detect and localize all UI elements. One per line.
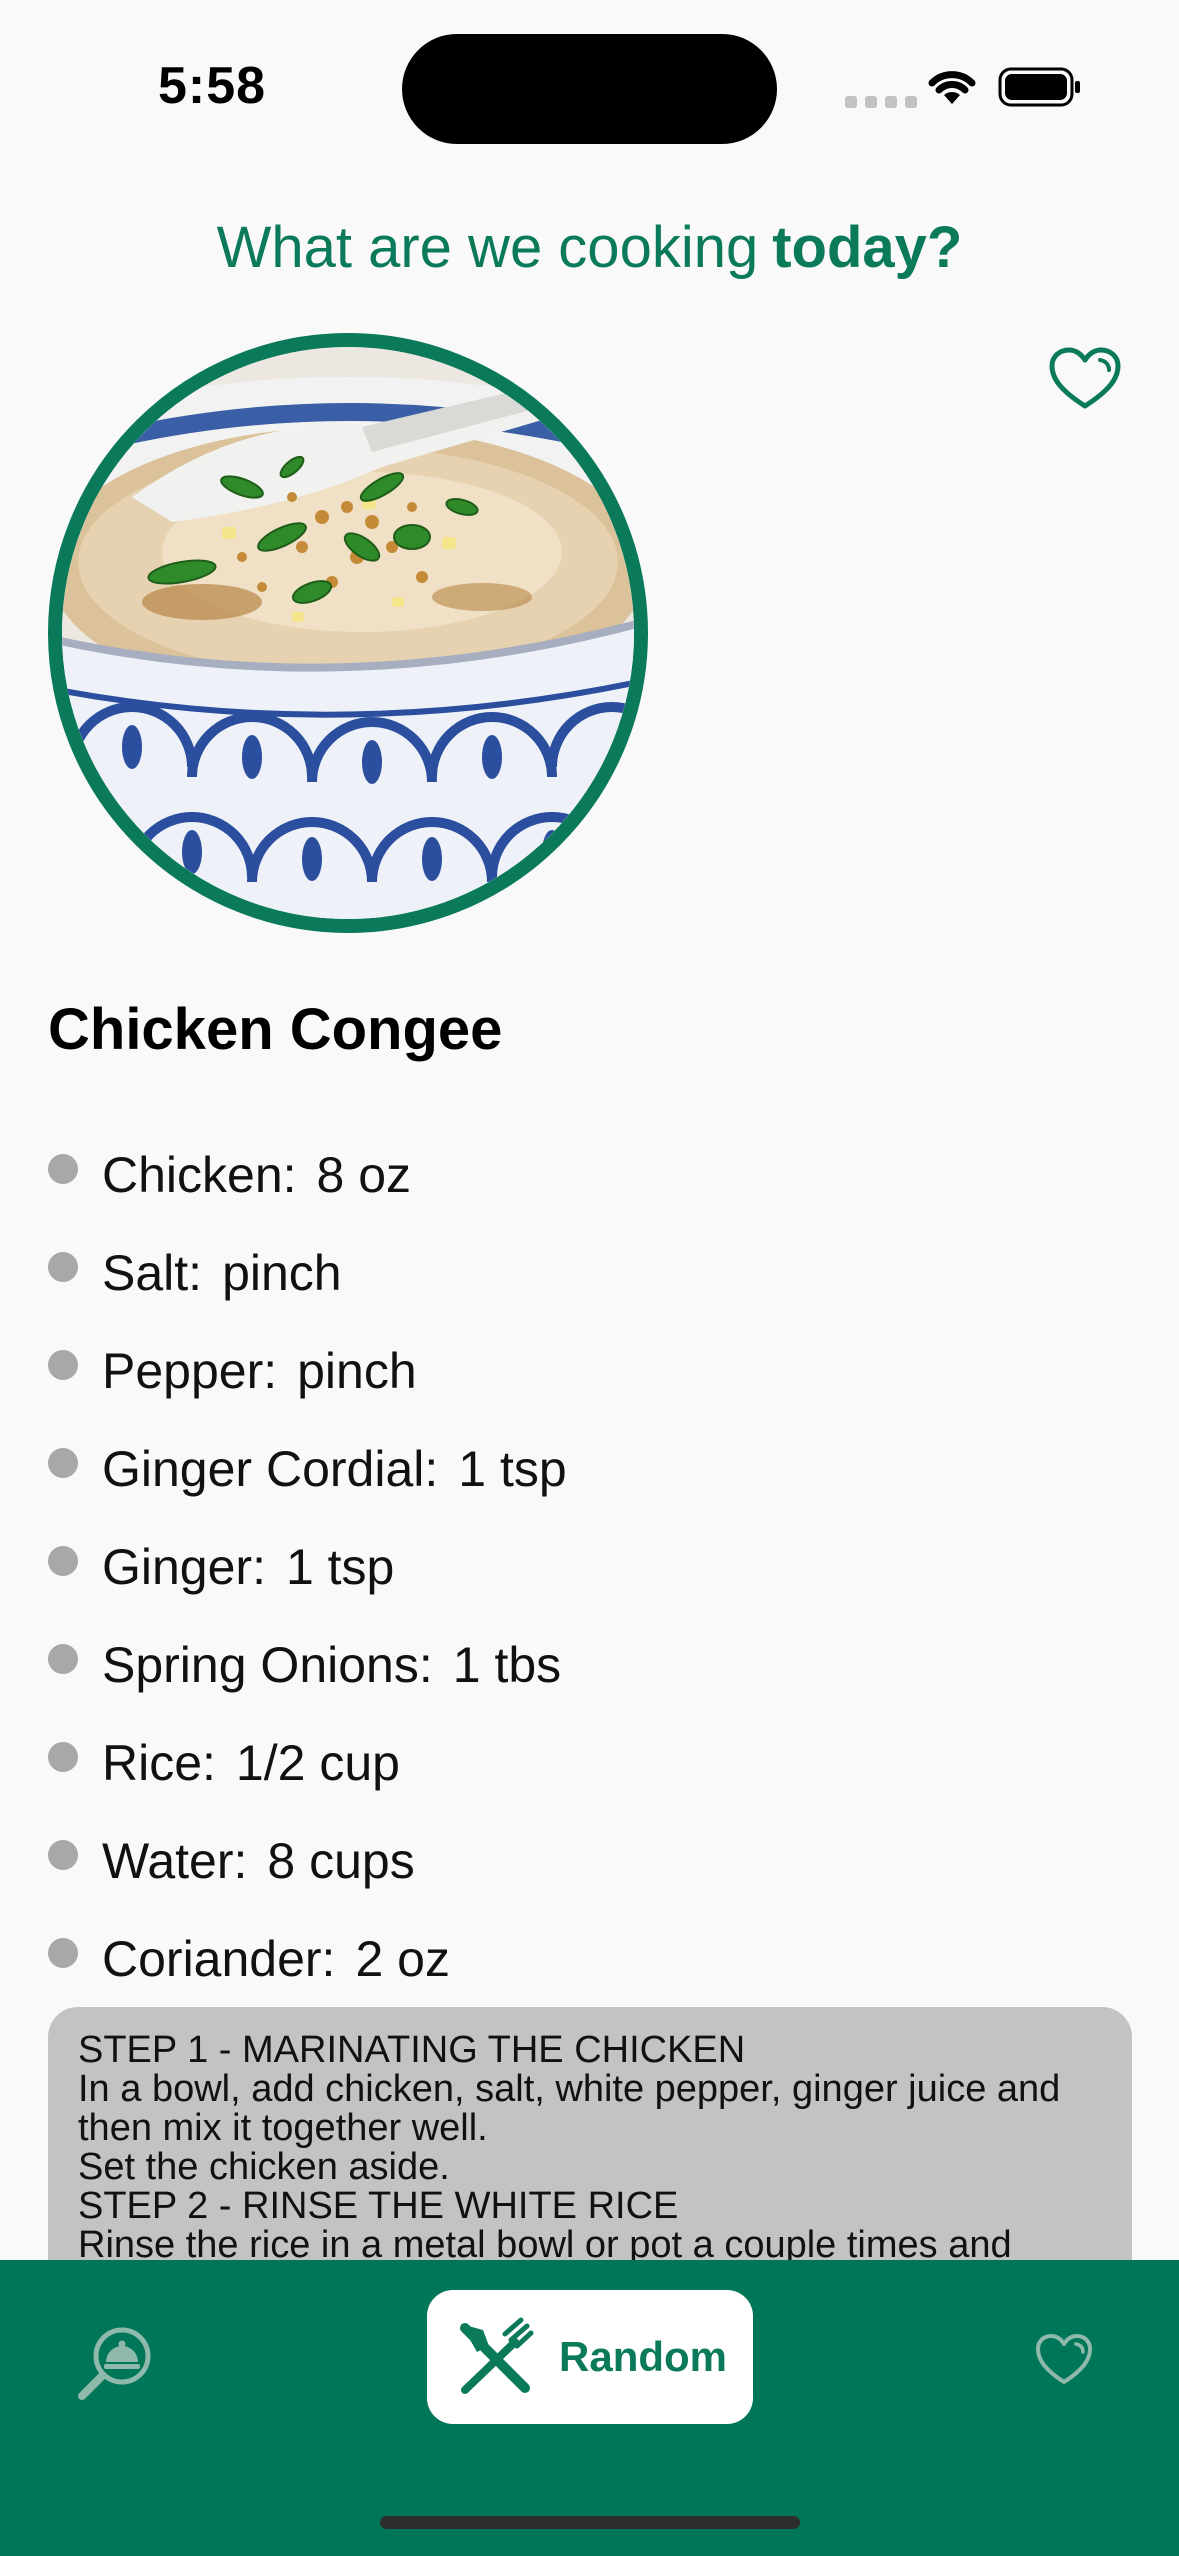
- ingredient-name: Coriander:: [102, 1931, 336, 1987]
- page-title-bold: today?: [772, 215, 963, 280]
- bullet-icon: [48, 1840, 78, 1870]
- ingredient-item: Pepper: pinch: [48, 1322, 567, 1420]
- ingredient-item: Chicken: 8 oz: [48, 1126, 567, 1224]
- ingredient-list: Chicken: 8 oz Salt: pinch Pepper: pinch Gin…: [48, 1126, 567, 2008]
- ingredient-name: Rice:: [102, 1735, 216, 1791]
- dynamic-island: [402, 34, 777, 144]
- battery-icon: [998, 67, 1080, 107]
- instructions-text: STEP 1 - MARINATING THE CHICKEN In a bow…: [78, 2029, 1061, 2266]
- bullet-icon: [48, 1742, 78, 1772]
- bullet-icon: [48, 1252, 78, 1282]
- ingredient-name: Salt:: [102, 1245, 203, 1301]
- ingredient-item: Spring Onions: 1 tbs: [48, 1616, 567, 1714]
- bullet-icon: [48, 1546, 78, 1576]
- fork-knife-icon: [460, 2317, 534, 2394]
- ingredient-quantity: 1 tbs: [452, 1637, 562, 1693]
- ingredient-name: Chicken:: [102, 1147, 297, 1203]
- bullet-icon: [48, 1154, 78, 1184]
- tab-bar: Random: [0, 2260, 1179, 2556]
- ingredient-name: Ginger:: [102, 1539, 266, 1595]
- ingredient-item: Water: 8 cups: [48, 1812, 567, 1910]
- favourite-heart-icon[interactable]: [1048, 346, 1122, 412]
- ingredient-quantity: 1 tsp: [285, 1539, 395, 1595]
- cellular-signal-icon: [845, 96, 917, 108]
- ingredient-name: Water:: [102, 1833, 248, 1889]
- congee-bowl-illustration: [62, 347, 634, 919]
- random-button[interactable]: Random: [427, 2290, 753, 2424]
- ingredient-quantity: 1/2 cup: [235, 1735, 400, 1791]
- ingredient-name: Pepper:: [102, 1343, 278, 1399]
- recipe-image: [48, 333, 648, 933]
- home-indicator: [380, 2516, 800, 2529]
- recipe-title: Chicken Congee: [48, 997, 503, 1062]
- ingredient-quantity: 2 oz: [355, 1931, 450, 1987]
- ingredient-item: Ginger: 1 tsp: [48, 1518, 567, 1616]
- random-button-label: Random: [559, 2333, 727, 2380]
- ingredient-quantity: pinch: [297, 1343, 417, 1399]
- ingredient-item: Rice: 1/2 cup: [48, 1714, 567, 1812]
- ingredient-item: Salt: pinch: [48, 1224, 567, 1322]
- ingredient-name: Spring Onions:: [102, 1637, 433, 1693]
- ingredient-quantity: 8 oz: [316, 1147, 412, 1203]
- dish-search-icon[interactable]: [76, 2322, 156, 2402]
- wifi-icon: [928, 71, 976, 104]
- bullet-icon: [48, 1644, 78, 1674]
- ingredient-name: Ginger Cordial:: [102, 1441, 439, 1497]
- ingredient-quantity: pinch: [222, 1245, 342, 1301]
- page-title-light: What are we cooking: [216, 215, 759, 280]
- page-title: What are we cooking today?: [0, 214, 1179, 281]
- bullet-icon: [48, 1350, 78, 1380]
- bullet-icon: [48, 1448, 78, 1478]
- bullet-icon: [48, 1938, 78, 1968]
- ingredient-item: Coriander: 2 oz: [48, 1910, 567, 2008]
- favourites-tab-heart-icon[interactable]: [1034, 2332, 1094, 2388]
- ingredient-item: Ginger Cordial: 1 tsp: [48, 1420, 567, 1518]
- ingredient-quantity: 1 tsp: [458, 1441, 567, 1497]
- status-time: 5:58: [158, 57, 267, 115]
- status-bar: 5:58: [0, 0, 1179, 170]
- ingredient-quantity: 8 cups: [267, 1833, 415, 1889]
